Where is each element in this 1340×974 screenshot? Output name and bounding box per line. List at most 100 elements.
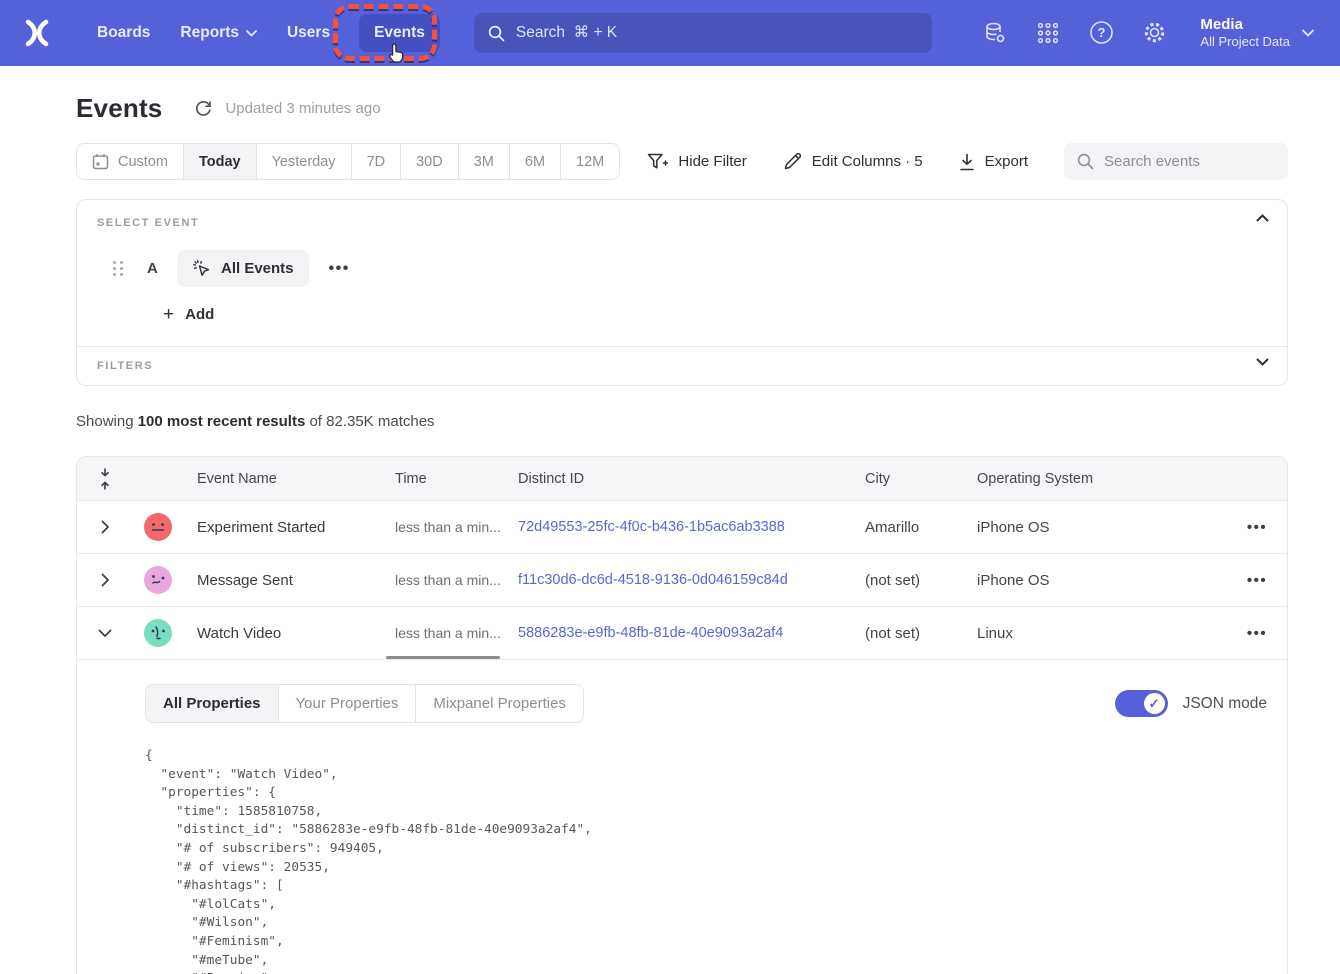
nav-item-boards[interactable]: Boards <box>82 14 165 52</box>
plus-icon: + <box>163 305 174 324</box>
search-icon <box>488 25 505 42</box>
results-summary: Showing 100 most recent results of 82.35… <box>76 413 1288 430</box>
table-row[interactable]: Message Sent less than a min... f11c30d6… <box>77 554 1287 607</box>
search-events-input[interactable] <box>1104 153 1275 170</box>
event-more-button[interactable]: ••• <box>323 256 356 282</box>
events-page: Events Updated 3 minutes ago Custom <box>0 93 1340 974</box>
json-mode-label: JSON mode <box>1183 695 1267 713</box>
download-icon <box>959 153 975 171</box>
distinct-id-link[interactable]: f11c30d6-dc6d-4518-9136-0d046159c84d <box>518 572 788 588</box>
project-switcher[interactable]: Media All Project Data <box>1200 15 1314 51</box>
calendar-icon <box>92 153 109 170</box>
date-range-3m[interactable]: 3M <box>458 144 509 179</box>
event-city: (not set) <box>851 572 963 589</box>
search-events[interactable] <box>1064 143 1288 180</box>
expand-row-icon[interactable] <box>77 573 133 587</box>
expand-section-icon[interactable] <box>1256 358 1269 366</box>
expand-row-icon[interactable] <box>77 520 133 534</box>
event-time: less than a min... <box>383 625 507 641</box>
column-header-event-name[interactable]: Event Name <box>183 471 383 487</box>
event-clause-row: A All Events ••• <box>97 250 1267 287</box>
event-time: less than a min... <box>383 572 507 588</box>
last-updated-text: Updated 3 minutes ago <box>225 100 380 117</box>
table-row-expanded[interactable]: Watch Video less than a min... 5886283e-… <box>77 607 1287 660</box>
properties-tabs: All Properties Your Properties Mixpanel … <box>145 684 584 723</box>
chevron-down-icon <box>1302 29 1314 37</box>
horizontal-scrollbar[interactable] <box>386 656 500 659</box>
help-icon[interactable]: ? <box>1088 20 1114 46</box>
event-name: Message Sent <box>183 572 383 589</box>
select-event-label: SELECT EVENT <box>97 217 1267 229</box>
hide-filter-button[interactable]: Hide Filter <box>647 153 746 171</box>
filters-section[interactable]: FILTERS <box>77 346 1287 385</box>
tab-your-properties[interactable]: Your Properties <box>278 685 416 722</box>
project-scope: All Project Data <box>1200 34 1290 51</box>
magic-cursor-icon <box>192 259 211 278</box>
tab-mixpanel-properties[interactable]: Mixpanel Properties <box>415 685 583 722</box>
refresh-icon[interactable] <box>194 99 213 118</box>
row-actions-button[interactable]: ••• <box>1227 572 1287 589</box>
nav-item-reports[interactable]: Reports <box>165 14 272 52</box>
column-header-os[interactable]: Operating System <box>963 471 1227 487</box>
event-name: Experiment Started <box>183 519 383 536</box>
data-management-icon[interactable] <box>982 20 1008 46</box>
export-button[interactable]: Export <box>959 153 1028 171</box>
collapse-section-icon[interactable] <box>1256 214 1269 222</box>
toggle-check-icon: ✓ <box>1144 693 1165 714</box>
column-header-distinct-id[interactable]: Distinct ID <box>507 471 851 487</box>
column-header-time[interactable]: Time <box>383 471 507 487</box>
json-mode-toggle[interactable]: ✓ <box>1115 690 1168 717</box>
event-name: Watch Video <box>183 625 383 642</box>
date-range-custom[interactable]: Custom <box>77 144 183 179</box>
nav-item-events[interactable]: Events <box>359 14 440 52</box>
top-navbar: Boards Reports Users Events <box>0 0 1340 66</box>
global-search-input[interactable] <box>516 24 918 42</box>
event-city: Amarillo <box>851 519 963 536</box>
date-range-30d[interactable]: 30D <box>400 144 458 179</box>
date-range-6m[interactable]: 6M <box>509 144 560 179</box>
chevron-down-icon <box>246 30 257 37</box>
apps-grid-icon[interactable] <box>1035 20 1061 46</box>
event-selector-chip[interactable]: All Events <box>177 250 309 287</box>
table-row[interactable]: Experiment Started less than a min... 72… <box>77 501 1287 554</box>
events-table: Event Name Time Distinct ID City Operati… <box>76 456 1288 974</box>
global-search[interactable] <box>474 13 932 53</box>
settings-icon[interactable] <box>1141 20 1167 46</box>
distinct-id-link[interactable]: 72d49553-25fc-4f0c-b436-1b5ac6ab3388 <box>518 519 785 535</box>
add-event-button[interactable]: + Add <box>163 305 1267 324</box>
date-range-12m[interactable]: 12M <box>560 144 619 179</box>
row-actions-button[interactable]: ••• <box>1227 519 1287 536</box>
drag-handle[interactable] <box>113 261 127 276</box>
event-os: iPhone OS <box>963 519 1227 536</box>
query-builder-card: SELECT EVENT A All Events <box>76 199 1288 386</box>
event-os: Linux <box>963 625 1227 642</box>
navbar-right: ? Media All Project Data <box>982 15 1314 51</box>
svg-text:?: ? <box>1097 26 1105 41</box>
mixpanel-logo-icon[interactable] <box>20 16 54 50</box>
date-range-7d[interactable]: 7D <box>351 144 401 179</box>
event-avatar <box>144 566 172 594</box>
distinct-id-link[interactable]: 5886283e-e9fb-48fb-81de-40e9093a2af4 <box>518 625 783 641</box>
filters-label: FILTERS <box>97 360 1267 372</box>
collapse-row-icon[interactable] <box>77 628 133 638</box>
controls-row: Custom Today Yesterday 7D 30D 3M 6M 12M … <box>76 143 1288 180</box>
event-avatar <box>144 619 172 647</box>
event-json-viewer[interactable]: { "event": "Watch Video", "properties": … <box>145 747 1267 974</box>
event-detail-panel: All Properties Your Properties Mixpanel … <box>77 660 1287 974</box>
table-tools: Hide Filter Edit Columns · 5 <box>647 143 1288 180</box>
tab-all-properties[interactable]: All Properties <box>146 685 278 722</box>
date-range-yesterday[interactable]: Yesterday <box>256 144 351 179</box>
project-name: Media <box>1200 15 1290 35</box>
nav-item-users[interactable]: Users <box>272 14 345 52</box>
row-actions-button[interactable]: ••• <box>1227 625 1287 642</box>
date-range-today[interactable]: Today <box>183 144 256 179</box>
page-header: Events Updated 3 minutes ago <box>76 93 1288 124</box>
table-header-row: Event Name Time Distinct ID City Operati… <box>77 457 1287 501</box>
event-avatar <box>144 513 172 541</box>
column-header-city[interactable]: City <box>851 471 963 487</box>
event-os: iPhone OS <box>963 572 1227 589</box>
clause-letter: A <box>147 260 177 277</box>
edit-columns-button[interactable]: Edit Columns · 5 <box>783 152 923 171</box>
collapse-all-rows-icon[interactable] <box>77 468 133 490</box>
date-range-selector: Custom Today Yesterday 7D 30D 3M 6M 12M <box>76 143 620 180</box>
